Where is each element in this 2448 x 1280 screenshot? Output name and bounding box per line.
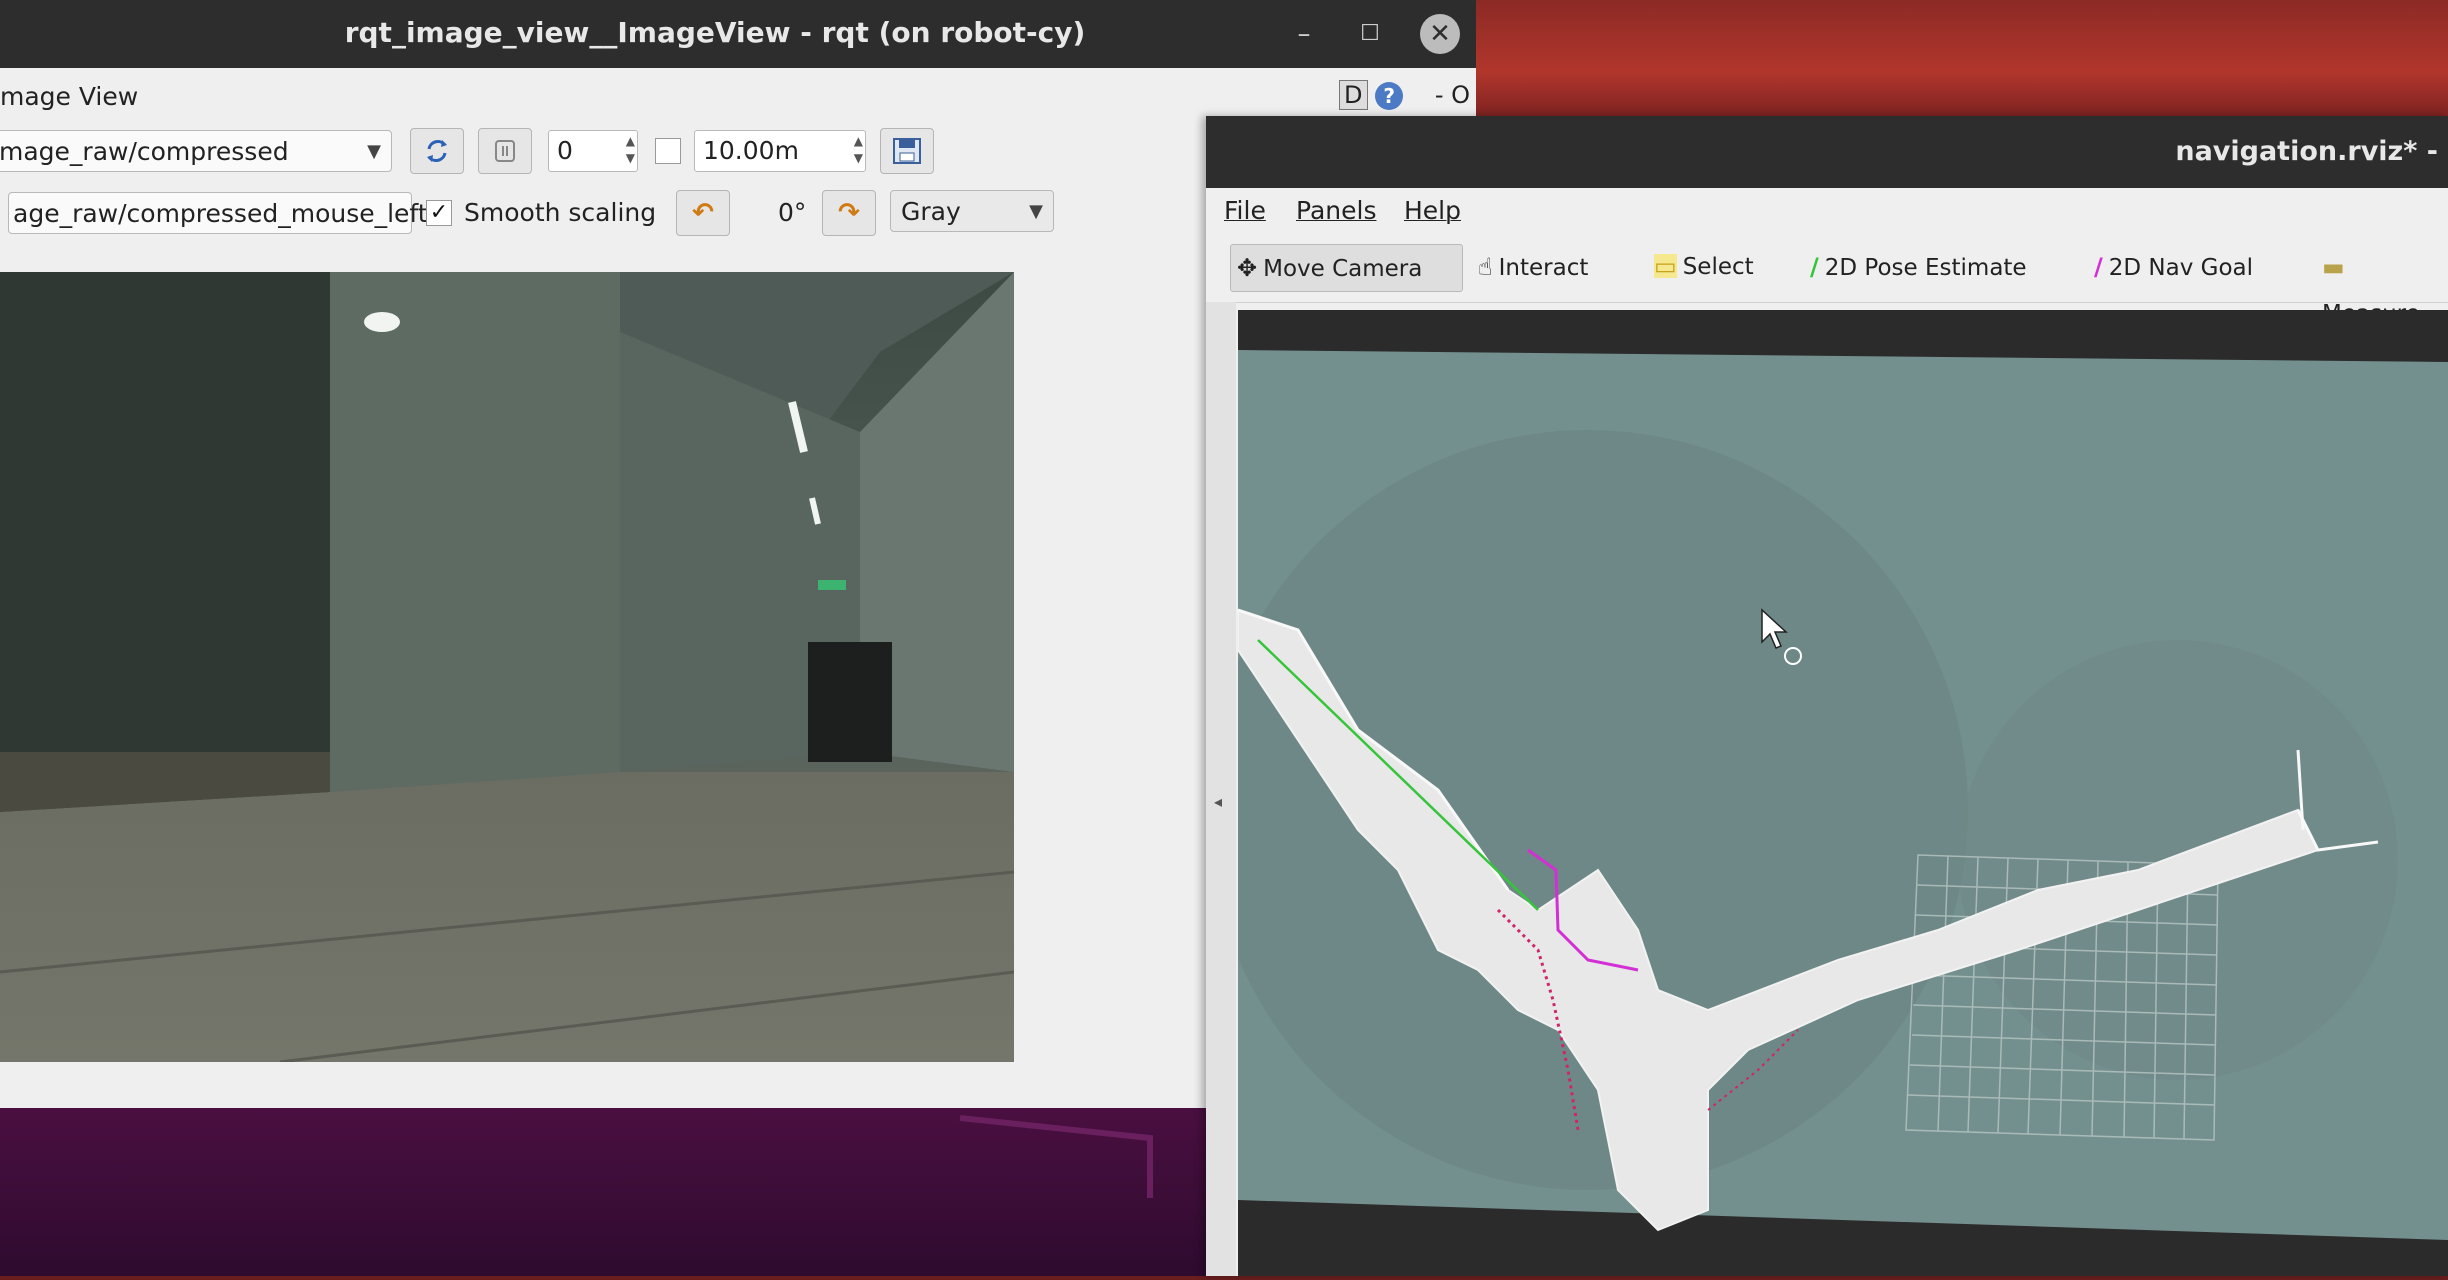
help-icon[interactable]: ? — [1375, 82, 1404, 110]
select-tool[interactable]: ▭ Select — [1654, 244, 1754, 290]
menu-help[interactable]: Help — [1404, 196, 1461, 225]
rqt-status-area — [0, 1062, 1210, 1108]
pose-estimate-icon: / — [1810, 253, 1819, 281]
max-range-spinbox[interactable]: 10.00m ▲ ▼ — [694, 130, 866, 172]
plugin-window-controls[interactable]: - O — [1435, 81, 1470, 109]
rotate-right-icon[interactable]: ↷ — [822, 190, 876, 236]
rotate-left-icon[interactable]: ↶ — [676, 190, 730, 236]
save-image-icon — [893, 138, 921, 164]
rviz-window-title: navigation.rviz* - — [2175, 136, 2438, 167]
spin-arrows-icon[interactable]: ▲ ▼ — [626, 133, 635, 167]
interact-label: Interact — [1498, 255, 1589, 281]
select-icon: ▭ — [1654, 252, 1677, 280]
desktop-background — [1470, 0, 2448, 120]
color-scheme-value: Gray — [901, 197, 961, 226]
interact-icon: ☝ — [1478, 253, 1493, 281]
rqt-window-title: rqt_image_view__ImageView - rqt (on robo… — [344, 16, 1086, 49]
mouse-topic-field[interactable]: age_raw/compressed_mouse_left — [8, 192, 428, 234]
rviz-menubar: File Panels Help — [1206, 188, 2448, 232]
plugin-controls: D ? - O — [1339, 80, 1470, 110]
nav-goal-icon: / — [2094, 253, 2103, 281]
smooth-scaling-label: Smooth scaling — [464, 198, 657, 227]
move-camera-tool[interactable]: ✥ Move Camera — [1230, 244, 1464, 292]
frame-spinbox-value: 0 — [557, 136, 573, 165]
dynamic-range-checkbox[interactable] — [655, 138, 681, 164]
rqt-titlebar[interactable]: rqt_image_view__ImageView - rqt (on robo… — [0, 0, 1476, 68]
rotation-label: 0° — [778, 198, 807, 227]
desktop-decoration — [959, 1115, 1153, 1198]
mouse-topic-value: age_raw/compressed_mouse_left — [13, 199, 428, 228]
plugin-title: mage View — [0, 82, 139, 111]
chevron-down-icon: ▼ — [367, 141, 381, 162]
move-camera-label: Move Camera — [1263, 256, 1423, 282]
rviz-3d-view[interactable] — [1238, 310, 2448, 1276]
maximize-icon[interactable]: ☐ — [1350, 14, 1390, 54]
pause-button[interactable] — [478, 128, 532, 174]
refresh-icon — [427, 140, 447, 162]
smooth-scaling-checkbox[interactable]: ✓ — [426, 200, 452, 226]
nav-goal-tool[interactable]: /2D Nav Goal — [2094, 244, 2253, 290]
corridor-image — [0, 272, 1014, 1062]
pose-estimate-tool[interactable]: /2D Pose Estimate — [1810, 244, 2027, 290]
camera-image[interactable] — [0, 272, 1014, 1062]
topic-combo-value: mage_raw/compressed — [0, 137, 289, 166]
navigation-map — [1238, 350, 2448, 1240]
move-camera-icon: ✥ — [1237, 254, 1258, 282]
desktop-background-bottom — [0, 1108, 1210, 1276]
pause-icon — [495, 140, 515, 162]
collapse-icon[interactable]: ◂ — [1214, 792, 1222, 811]
minimize-icon[interactable]: – — [1284, 14, 1324, 54]
rviz-side-panel: ◂ — [1206, 302, 1236, 1276]
measure-tool[interactable]: ▬Measure — [2322, 244, 2448, 327]
frame-spinbox[interactable]: 0 ▲ ▼ — [548, 130, 638, 172]
chevron-down-icon: ▼ — [1029, 201, 1043, 222]
rviz-window: navigation.rviz* - File Panels Help ✥ Mov… — [1206, 116, 2448, 1276]
nav-goal-label: 2D Nav Goal — [2108, 255, 2254, 281]
topic-combo[interactable]: mage_raw/compressed ▼ — [0, 130, 392, 172]
refresh-button[interactable] — [410, 128, 464, 174]
dock-button[interactable]: D — [1339, 80, 1368, 110]
measure-icon: ▬ — [2322, 253, 2345, 281]
rviz-titlebar[interactable]: navigation.rviz* - — [1206, 116, 2448, 188]
menu-file[interactable]: File — [1224, 196, 1266, 225]
spin-arrows-icon[interactable]: ▲ ▼ — [854, 133, 863, 167]
interact-tool[interactable]: ☝ Interact — [1478, 244, 1588, 290]
select-label: Select — [1682, 254, 1754, 280]
rviz-toolbar: ✥ Move Camera ☝ Interact ▭ Select /2D Pose … — [1206, 232, 2448, 327]
pose-estimate-label: 2D Pose Estimate — [1824, 255, 2027, 281]
color-scheme-combo[interactable]: Gray ▼ — [890, 190, 1054, 232]
close-icon[interactable]: ✕ — [1420, 14, 1460, 54]
menu-panels[interactable]: Panels — [1296, 196, 1376, 225]
save-image-button[interactable] — [880, 128, 934, 174]
max-range-value: 10.00m — [703, 136, 799, 165]
